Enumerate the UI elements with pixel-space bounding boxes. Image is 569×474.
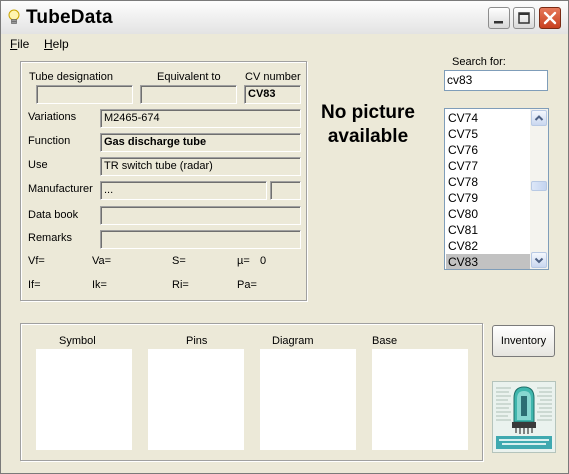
base-image xyxy=(372,349,468,450)
list-item[interactable]: CV75 xyxy=(446,126,530,142)
va-label: Va= xyxy=(92,255,112,267)
scroll-thumb[interactable] xyxy=(531,181,547,191)
data-book-field[interactable] xyxy=(100,206,301,225)
scroll-up-button[interactable] xyxy=(531,110,547,126)
mu-value: 0 xyxy=(260,255,267,267)
list-item[interactable]: CV78 xyxy=(446,174,530,190)
close-icon xyxy=(543,11,557,25)
remarks-label: Remarks xyxy=(28,232,73,244)
remarks-field[interactable] xyxy=(100,230,301,249)
function-field[interactable]: Gas discharge tube xyxy=(100,133,301,152)
list-item[interactable]: CV82 xyxy=(446,238,530,254)
maximize-button[interactable] xyxy=(513,7,535,29)
inventory-button[interactable]: Inventory xyxy=(492,325,555,357)
menu-help-accesskey: H xyxy=(44,37,53,51)
manufacturer-code-field[interactable] xyxy=(270,181,301,200)
s-label: S= xyxy=(172,255,186,267)
tube-list[interactable]: CV74 CV75 CV76 CV77 CV78 CV79 CV80 CV81 … xyxy=(444,108,549,270)
pins-image xyxy=(148,349,244,450)
vf-label: Vf= xyxy=(28,255,45,267)
chevron-down-icon xyxy=(534,257,544,264)
data-book-label: Data book xyxy=(28,209,79,221)
menu-bar: File Help xyxy=(1,34,568,54)
cv-number-label: CV number xyxy=(245,71,301,83)
pa-label: Pa= xyxy=(237,279,257,291)
chevron-up-icon xyxy=(534,115,544,121)
pins-label: Pins xyxy=(186,335,208,347)
search-input[interactable]: cv83 xyxy=(444,70,548,91)
equivalent-to-label: Equivalent to xyxy=(157,71,221,83)
ik-label: Ik= xyxy=(92,279,107,291)
cv-number-field[interactable]: CV83 xyxy=(244,85,301,104)
symbol-image xyxy=(36,349,132,450)
list-item[interactable]: CV81 xyxy=(446,222,530,238)
title-bar[interactable]: TubeData xyxy=(1,1,568,35)
base-label: Base xyxy=(372,335,398,347)
lightbulb-icon xyxy=(8,9,20,24)
equivalent-to-field[interactable] xyxy=(140,85,237,104)
list-item[interactable]: CV80 xyxy=(446,206,530,222)
vacuum-tube-icon xyxy=(496,386,552,449)
minimize-button[interactable] xyxy=(488,7,510,29)
function-label: Function xyxy=(28,135,71,147)
diagram-image xyxy=(260,349,356,450)
use-field[interactable]: TR switch tube (radar) xyxy=(100,157,301,176)
list-scrollbar[interactable] xyxy=(530,109,548,269)
list-item[interactable]: CV74 xyxy=(446,110,530,126)
maximize-icon xyxy=(518,12,530,24)
list-item[interactable]: CV77 xyxy=(446,158,530,174)
tube-designation-field[interactable] xyxy=(36,85,133,104)
diagram-label: Diagram xyxy=(272,335,314,347)
use-label: Use xyxy=(28,159,48,171)
symbol-label: Symbol xyxy=(59,335,96,347)
list-item[interactable]: CV76 xyxy=(446,142,530,158)
scroll-down-button[interactable] xyxy=(531,252,547,268)
manufacturer-field[interactable]: ... xyxy=(100,181,267,200)
mu-label: µ= xyxy=(237,255,250,267)
tube-logo xyxy=(492,381,556,453)
menu-help-label: elp xyxy=(52,37,69,51)
menu-file[interactable]: File xyxy=(10,37,29,51)
minimize-icon xyxy=(494,21,503,24)
ri-label: Ri= xyxy=(172,279,189,291)
variations-label: Variations xyxy=(28,111,77,123)
close-button[interactable] xyxy=(539,7,561,29)
variations-field[interactable]: M2465-674 xyxy=(100,109,301,128)
no-picture-placeholder: No picture available xyxy=(321,102,415,147)
tube-designation-label: Tube designation xyxy=(29,71,113,83)
if-label: If= xyxy=(28,279,41,291)
list-item-selected[interactable]: CV83 xyxy=(446,254,530,269)
list-item[interactable]: CV79 xyxy=(446,190,530,206)
manufacturer-label: Manufacturer xyxy=(28,183,93,195)
menu-file-label: ile xyxy=(17,37,30,51)
window-title: TubeData xyxy=(26,7,113,28)
menu-help[interactable]: Help xyxy=(44,37,69,51)
application-window: TubeData File Help Tube designation Equi… xyxy=(0,0,569,474)
search-label: Search for: xyxy=(452,56,506,68)
